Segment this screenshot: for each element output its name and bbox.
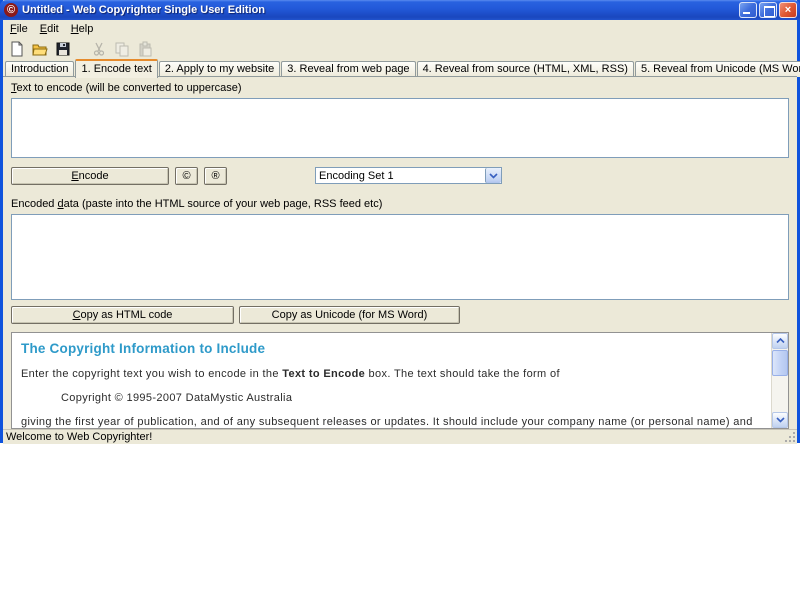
cut-button [89, 39, 109, 59]
status-bar: Welcome to Web Copyrighter! [3, 429, 797, 444]
tab-reveal-from-source[interactable]: 4. Reveal from source (HTML, XML, RSS) [417, 61, 634, 77]
new-file-icon [9, 41, 25, 57]
cut-icon [91, 41, 107, 57]
new-file-button[interactable] [7, 39, 27, 59]
open-folder-icon [32, 41, 48, 57]
help-example: Copyright © 1995-2007 DataMystic Austral… [61, 392, 762, 404]
scroll-up-button[interactable] [772, 333, 788, 349]
help-scrollbar[interactable] [771, 333, 788, 428]
encoded-data-output[interactable] [11, 214, 789, 300]
tab-strip: Introduction 1. Encode text 2. Apply to … [3, 60, 797, 77]
help-paragraph-1: Enter the copyright text you wish to enc… [21, 368, 762, 380]
save-icon [55, 41, 71, 57]
open-button[interactable] [30, 39, 50, 59]
window-title: Untitled - Web Copyrighter Single User E… [22, 4, 739, 16]
menu-bar: File Edit Help [3, 20, 797, 37]
copy-button [112, 39, 132, 59]
chevron-down-icon[interactable] [485, 168, 501, 183]
app-window: © Untitled - Web Copyrighter Single User… [0, 0, 800, 443]
encode-button[interactable]: Encode [11, 167, 169, 185]
copy-as-unicode-button[interactable]: Copy as Unicode (for MS Word) [239, 306, 460, 324]
text-to-encode-input[interactable] [11, 98, 789, 158]
resize-grip[interactable] [784, 431, 796, 443]
save-button[interactable] [53, 39, 73, 59]
encoding-set-select[interactable]: Encoding Set 1 [315, 167, 502, 184]
help-heading: The Copyright Information to Include [21, 341, 762, 356]
status-message: Welcome to Web Copyrighter! [6, 431, 152, 443]
tab-reveal-from-unicode[interactable]: 5. Reveal from Unicode (MS Word etc) [635, 61, 800, 77]
tab-apply-to-website[interactable]: 2. Apply to my website [159, 61, 280, 77]
help-paragraph-2: giving the first year of publication, an… [21, 416, 762, 429]
help-panel: The Copyright Information to Include Ent… [11, 332, 789, 429]
copyright-symbol-button[interactable]: © [175, 167, 198, 185]
copy-icon [114, 41, 130, 57]
close-button[interactable]: × [779, 2, 797, 18]
minimize-button[interactable] [739, 2, 757, 18]
menu-item-file[interactable]: File [4, 22, 34, 36]
text-to-encode-label: Text to encode (will be converted to upp… [11, 82, 789, 96]
tab-reveal-from-web-page[interactable]: 3. Reveal from web page [281, 61, 415, 77]
chevron-down-icon [776, 417, 785, 423]
chevron-up-icon [776, 338, 785, 344]
tab-introduction[interactable]: Introduction [5, 61, 74, 77]
encode-text-panel: Text to encode (will be converted to upp… [3, 77, 797, 429]
maximize-button[interactable] [759, 2, 777, 18]
menu-item-help[interactable]: Help [65, 22, 100, 36]
title-bar: © Untitled - Web Copyrighter Single User… [0, 0, 800, 20]
copyright-logo-icon: © [4, 3, 18, 17]
paste-button [135, 39, 155, 59]
copy-as-html-button[interactable]: Copy as HTML code [11, 306, 234, 324]
encoding-set-value: Encoding Set 1 [316, 170, 485, 182]
menu-item-edit[interactable]: Edit [34, 22, 65, 36]
scroll-thumb[interactable] [772, 350, 788, 376]
paste-icon [137, 41, 153, 57]
registered-symbol-button[interactable]: ® [204, 167, 227, 185]
toolbar [3, 37, 797, 60]
encoded-data-label: Encoded data (paste into the HTML source… [11, 198, 789, 212]
tab-encode-text[interactable]: 1. Encode text [75, 59, 157, 78]
scroll-down-button[interactable] [772, 412, 788, 428]
